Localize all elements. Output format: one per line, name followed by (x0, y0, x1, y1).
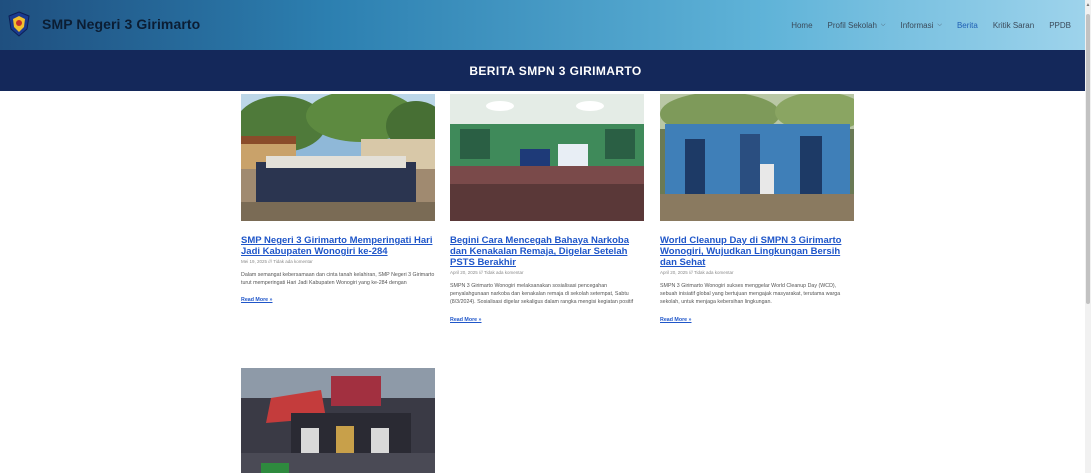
read-more-link[interactable]: Read More » (241, 297, 273, 303)
nav-informasi[interactable]: Informasi ⌵ (900, 21, 941, 30)
scrollbar-thumb[interactable] (1086, 14, 1090, 304)
site-title: SMP Negeri 3 Girimarto (42, 16, 201, 32)
post-title-link[interactable]: SMP Negeri 3 Girimarto Memperingati Hari… (241, 235, 435, 257)
brand[interactable]: SMP Negeri 3 Girimarto (8, 11, 200, 37)
nav-label: Informasi (900, 20, 934, 30)
read-more-link[interactable]: Read More » (450, 317, 482, 323)
post-excerpt: SMPN 3 Girimarto Wonogiri sukses menggel… (660, 283, 841, 306)
post-card: SMP Negeri 3 Girimarto Memperingati Hari… (241, 94, 435, 306)
nav-home[interactable]: Home (791, 21, 812, 30)
post-card: World Cleanup Day di SMPN 3 Girimarto Wo… (660, 94, 854, 326)
school-logo-icon (8, 11, 30, 37)
post-title-link[interactable]: World Cleanup Day di SMPN 3 Girimarto Wo… (660, 235, 854, 268)
post-meta: April 20, 2025 /// Tidak ada komentar (450, 270, 524, 275)
read-more-link[interactable]: Read More » (660, 317, 692, 323)
scroll-up-arrow-icon[interactable]: ▲ (1085, 2, 1091, 8)
nav-profil-sekolah[interactable]: Profil Sekolah ⌵ (828, 21, 886, 30)
site-header: SMP Negeri 3 Girimarto Home Profil Sekol… (0, 0, 1091, 50)
scrollbar[interactable]: ▲ (1085, 0, 1091, 473)
post-thumbnail-image[interactable] (660, 94, 854, 221)
post-card (241, 368, 435, 473)
post-excerpt: SMPN 3 Girimarto Wonogiri melaksanakan s… (450, 283, 634, 306)
chevron-down-icon: ⌵ (937, 21, 942, 28)
nav-berita[interactable]: Berita (957, 21, 978, 30)
post-thumbnail-image[interactable] (241, 94, 435, 221)
post-thumbnail-image[interactable] (241, 368, 435, 473)
nav-label: Kritik Saran (992, 20, 1035, 30)
chevron-down-icon: ⌵ (880, 21, 886, 28)
page-title: BERITA SMPN 3 GIRIMARTO (469, 63, 642, 78)
nav-ppdb[interactable]: PPDB (1049, 21, 1071, 30)
nav-label: Home (791, 20, 813, 30)
post-thumbnail-image[interactable] (450, 94, 644, 221)
post-card: Begini Cara Mencegah Bahaya Narkoba dan … (450, 94, 644, 326)
nav-kritik-saran[interactable]: Kritik Saran (993, 21, 1034, 30)
nav-label: PPDB (1049, 20, 1071, 30)
post-meta: Mei 19, 2025 /// Tidak ada komentar (241, 259, 313, 264)
page-banner: BERITA SMPN 3 GIRIMARTO (0, 50, 1091, 91)
post-excerpt: Dalam semangat kebersamaan dan cinta tan… (241, 272, 435, 287)
main-nav: Home Profil Sekolah ⌵ Informasi ⌵ Berita K… (776, 0, 1071, 50)
nav-label: Profil Sekolah (827, 20, 877, 30)
post-title-link[interactable]: Begini Cara Mencegah Bahaya Narkoba dan … (450, 235, 644, 268)
nav-label: Berita (956, 20, 978, 30)
post-meta: April 20, 2025 /// Tidak ada komentar (660, 270, 734, 275)
